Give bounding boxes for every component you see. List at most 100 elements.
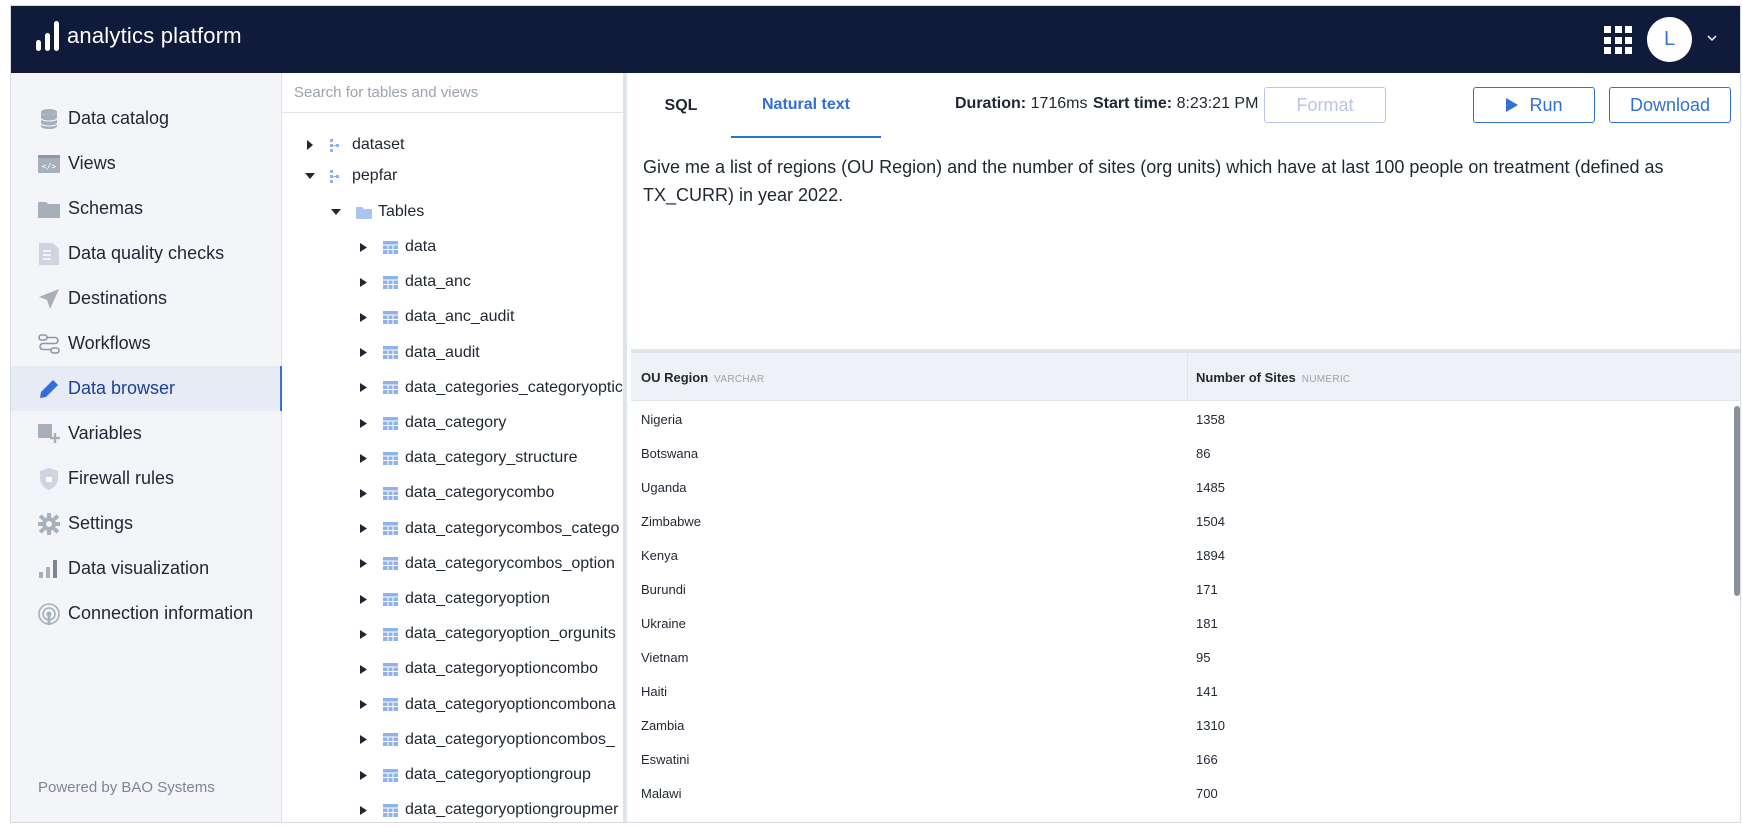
cell-number-of-sites: 1485: [1196, 480, 1225, 495]
chevron-down-icon[interactable]: [1706, 32, 1718, 44]
tree-table-item[interactable]: data_category: [357, 408, 506, 438]
code-view-icon: </>: [38, 153, 60, 175]
table-icon: [383, 698, 399, 712]
table-icon: [383, 240, 399, 254]
app-grid-icon[interactable]: [1604, 26, 1632, 54]
folder-icon: [356, 205, 372, 219]
tree-table-item[interactable]: data_categoryoptiongroup: [357, 760, 591, 790]
caret-right-icon: [357, 382, 369, 394]
table-row[interactable]: Zambia 1310: [631, 708, 1740, 742]
tree-table-label: data_anc_audit: [405, 308, 515, 326]
table-row[interactable]: Eswatini 166: [631, 742, 1740, 776]
column-header-ou-region[interactable]: OU Region VARCHAR: [641, 370, 764, 385]
tree-table-item[interactable]: data_categorycombos_option: [357, 549, 615, 579]
results-table: OU Region VARCHAR Number of Sites NUMERIC …: [631, 349, 1740, 822]
sidebar-item-data-browser[interactable]: Data browser: [11, 366, 282, 411]
download-button[interactable]: Download: [1609, 87, 1731, 123]
table-row[interactable]: Malawi 700: [631, 776, 1740, 810]
cell-ou-region: Eswatini: [641, 752, 690, 767]
tree-table-item[interactable]: data_categoryoption_orgunits: [357, 619, 616, 649]
tree-table-item[interactable]: data: [357, 232, 436, 262]
tab-sql[interactable]: SQL: [631, 73, 731, 138]
tree-table-item[interactable]: data_categories_categoryoptic: [357, 373, 623, 403]
table-icon: [383, 451, 399, 465]
cell-number-of-sites: 95: [1196, 650, 1211, 665]
table-row[interactable]: Ukraine 181: [631, 606, 1740, 640]
tree-schema-pepfar[interactable]: pepfar: [304, 161, 397, 191]
tab-natural-text[interactable]: Natural text: [731, 73, 881, 138]
caret-down-icon: [330, 206, 342, 218]
avatar[interactable]: L: [1647, 17, 1692, 62]
sidebar-item-firewall-rules[interactable]: Firewall rules: [11, 456, 282, 501]
table-icon: [383, 486, 399, 500]
table-row[interactable]: Nigeria 1358: [631, 402, 1740, 436]
run-label: Run: [1529, 94, 1563, 115]
cell-ou-region: Zimbabwe: [641, 514, 701, 529]
caret-right-icon: [357, 523, 369, 535]
app-title: analytics platform: [67, 23, 242, 48]
cell-ou-region: Rwanda: [641, 820, 689, 822]
sidebar-item-settings[interactable]: Settings: [11, 501, 282, 546]
table-row[interactable]: Uganda 1485: [631, 470, 1740, 504]
sidebar-item-label: Settings: [68, 513, 134, 533]
table-row[interactable]: Rwanda 204: [631, 810, 1740, 822]
caret-right-icon: [357, 347, 369, 359]
results-scrollbar[interactable]: [1734, 406, 1740, 596]
tree-table-item[interactable]: data_categorycombos_catego: [357, 514, 619, 544]
column-name: Number of Sites: [1196, 370, 1296, 385]
table-icon: [383, 662, 399, 676]
caret-right-icon: [357, 628, 369, 640]
cell-number-of-sites: 181: [1196, 616, 1218, 631]
caret-right-icon: [357, 452, 369, 464]
tree-table-item[interactable]: data_categoryoption: [357, 584, 550, 614]
top-bar: analytics platform L: [11, 6, 1740, 73]
table-row[interactable]: Vietnam 95: [631, 640, 1740, 674]
table-row[interactable]: Zimbabwe 1504: [631, 504, 1740, 538]
sidebar-item-data-visualization[interactable]: Data visualization: [11, 546, 282, 591]
sidebar-item-schemas[interactable]: Schemas: [11, 186, 282, 231]
sidebar-item-destinations[interactable]: Destinations: [11, 276, 282, 321]
tree-table-label: data_categorycombo: [405, 484, 555, 502]
sidebar-item-label: Schemas: [68, 198, 144, 218]
cell-ou-region: Burundi: [641, 582, 686, 597]
tree-table-item[interactable]: data_categoryoptioncombo: [357, 654, 598, 684]
table-row[interactable]: Burundi 171: [631, 572, 1740, 606]
duration-value: 1716ms: [1030, 95, 1088, 112]
table-search-input[interactable]: [282, 73, 623, 113]
sidebar: Data catalog </> Views Schemas Data qual…: [11, 73, 282, 822]
tree-table-item[interactable]: data_category_structure: [357, 443, 578, 473]
sidebar-item-connection-information[interactable]: Connection information: [11, 591, 282, 636]
start-time-label: Start time:: [1093, 95, 1173, 112]
sidebar-item-label: Data catalog: [68, 108, 170, 128]
sidebar-item-data-catalog[interactable]: Data catalog: [11, 96, 282, 141]
sidebar-item-label: Data quality checks: [68, 243, 225, 263]
natural-text-query[interactable]: Give me a list of regions (OU Region) an…: [643, 153, 1703, 209]
sidebar-item-data-quality-checks[interactable]: Data quality checks: [11, 231, 282, 276]
tree-schema-dataset[interactable]: dataset: [304, 130, 404, 160]
table-row[interactable]: Botswana 86: [631, 436, 1740, 470]
tree-table-item[interactable]: data_categoryoptiongroupmer: [357, 795, 618, 822]
sidebar-item-variables[interactable]: Variables: [11, 411, 282, 456]
folder-icon: [38, 198, 60, 220]
format-button[interactable]: Format: [1264, 87, 1386, 123]
table-icon: [383, 275, 399, 289]
tree-table-item[interactable]: data_anc: [357, 267, 471, 297]
tree-table-item[interactable]: data_categoryoptioncombona: [357, 690, 616, 720]
run-button[interactable]: Run: [1473, 87, 1595, 123]
tree-folder-tables[interactable]: Tables: [330, 197, 424, 227]
table-row[interactable]: Kenya 1894: [631, 538, 1740, 572]
tree-table-item[interactable]: data_categorycombo: [357, 478, 554, 508]
tree-table-item[interactable]: data_categoryoptioncombos_: [357, 725, 615, 755]
sidebar-item-workflows[interactable]: Workflows: [11, 321, 282, 366]
caret-right-icon: [357, 241, 369, 253]
column-header-number-of-sites[interactable]: Number of Sites NUMERIC: [1196, 370, 1350, 385]
shield-icon: [38, 467, 60, 490]
app-logo[interactable]: analytics platform: [36, 21, 242, 51]
main-panel: SQL Natural text Duration: 1716ms Start …: [631, 73, 1740, 822]
tree-table-item[interactable]: data_audit: [357, 338, 480, 368]
table-row[interactable]: Haiti 141: [631, 674, 1740, 708]
tree-table-label: data_categoryoptioncombos_: [405, 730, 615, 748]
tree-table-item[interactable]: data_anc_audit: [357, 302, 514, 332]
tree-table-label: data_categoryoption: [405, 590, 550, 607]
sidebar-item-views[interactable]: </> Views: [11, 141, 282, 186]
